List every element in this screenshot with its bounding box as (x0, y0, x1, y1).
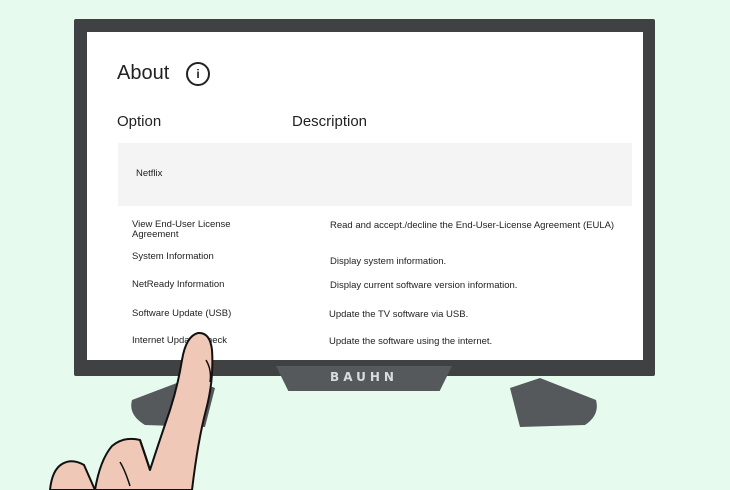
pointing-hand-illustration (48, 331, 214, 490)
